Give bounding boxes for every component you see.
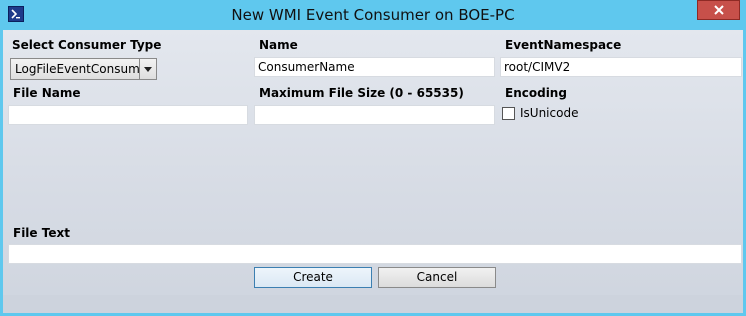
dialog-window: New WMI Event Consumer on BOE-PC Select …	[0, 0, 746, 316]
max-file-size-input[interactable]	[254, 105, 495, 125]
cancel-button[interactable]: Cancel	[378, 267, 496, 288]
encoding-label: Encoding	[505, 86, 567, 100]
consumer-type-dropdown[interactable]: LogFileEventConsumer	[10, 58, 157, 80]
dropdown-arrow-icon[interactable]	[139, 59, 156, 79]
file-text-label: File Text	[13, 226, 70, 240]
window-title: New WMI Event Consumer on BOE-PC	[231, 6, 515, 24]
name-label: Name	[259, 38, 298, 52]
create-button[interactable]: Create	[254, 267, 372, 288]
file-name-input[interactable]	[8, 105, 248, 125]
max-file-size-label: Maximum File Size (0 - 65535)	[259, 86, 464, 100]
is-unicode-checkbox[interactable]	[502, 107, 515, 120]
consumer-type-selected: LogFileEventConsumer	[15, 62, 139, 76]
is-unicode-label[interactable]: IsUnicode	[520, 106, 578, 120]
file-name-label: File Name	[13, 86, 81, 100]
consumer-type-label: Select Consumer Type	[12, 38, 162, 52]
close-icon	[713, 5, 724, 15]
file-text-input[interactable]	[8, 244, 742, 264]
close-button[interactable]	[697, 0, 740, 20]
footer-strip	[3, 295, 743, 313]
name-input[interactable]: ConsumerName	[254, 57, 495, 77]
event-namespace-input[interactable]: root/CIMV2	[500, 57, 742, 77]
dialog-body: Select Consumer Type LogFileEventConsume…	[3, 30, 743, 313]
title-bar[interactable]: New WMI Event Consumer on BOE-PC	[0, 0, 746, 30]
event-namespace-label: EventNamespace	[505, 38, 622, 52]
